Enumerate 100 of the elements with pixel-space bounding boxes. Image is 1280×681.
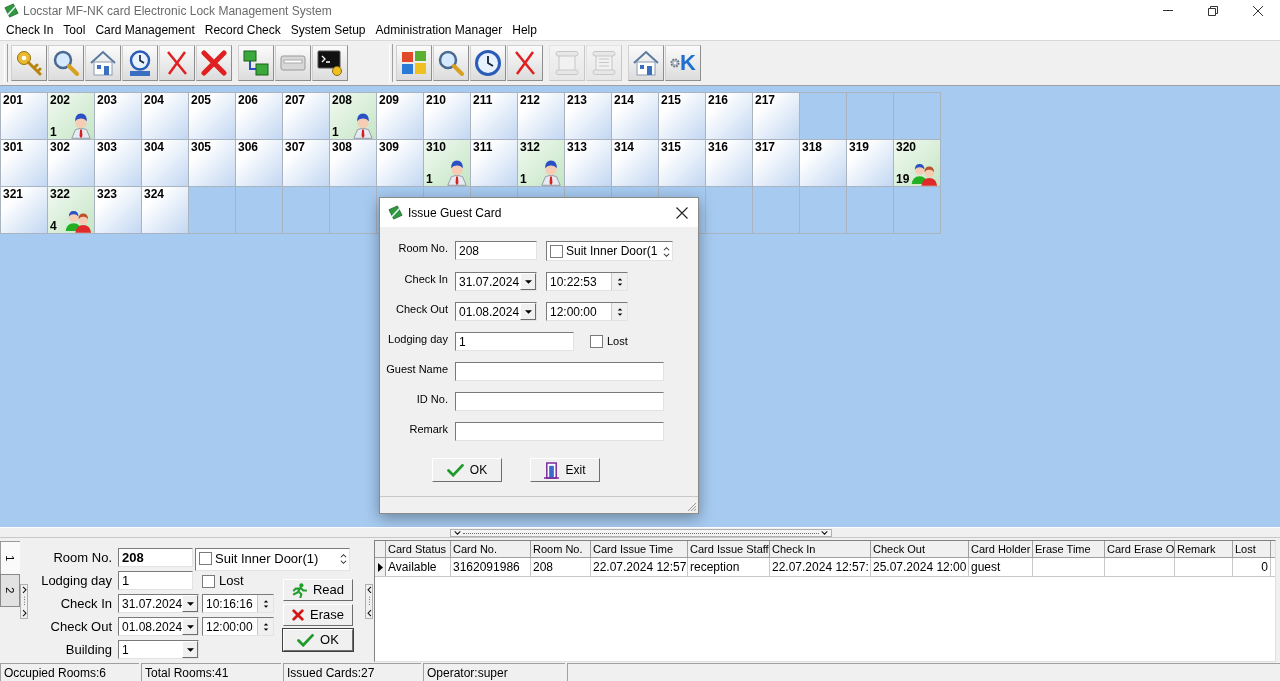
room-tile[interactable]: 304 [142, 140, 188, 186]
text-field[interactable] [455, 362, 664, 381]
toolbar-button[interactable] [470, 45, 506, 81]
room-tile[interactable]: 320 19 [894, 140, 940, 186]
dropdown-button[interactable] [182, 641, 198, 658]
room-tile[interactable]: 306 [236, 140, 282, 186]
text-field[interactable]: 1 [455, 332, 574, 351]
splitter-handle[interactable] [20, 584, 28, 619]
room-tile[interactable]: 214 [612, 93, 658, 139]
door-list[interactable]: Suit Inner Door(1) [195, 548, 350, 571]
room-tile[interactable]: 312 1 [518, 140, 564, 186]
room-tile[interactable]: 317 [753, 140, 799, 186]
list-item-label[interactable]: Suit Inner Door(1) [215, 552, 319, 566]
room-tile[interactable]: 208 1 [330, 93, 376, 139]
room-tile[interactable]: 309 [377, 140, 423, 186]
spin-button[interactable] [611, 303, 627, 320]
exit-button[interactable]: Exit [530, 458, 600, 482]
ok-button[interactable]: OK [432, 458, 502, 482]
room-tile[interactable]: 308 [330, 140, 376, 186]
door-list[interactable]: Suit Inner Door(1 [546, 241, 673, 261]
room-tile[interactable]: 303 [95, 140, 141, 186]
dropdown-button[interactable] [520, 273, 536, 290]
checkbox[interactable] [199, 552, 212, 565]
column-header[interactable]: Room No. [531, 541, 591, 557]
list-item-label[interactable]: Suit Inner Door(1 [566, 245, 658, 258]
date-field[interactable]: 01.08.2024 [118, 617, 199, 636]
room-tile[interactable]: 301 [1, 140, 47, 186]
date-field[interactable]: 01.08.2024 [455, 302, 537, 321]
room-tile[interactable]: 315 [659, 140, 705, 186]
room-tile[interactable]: 209 [377, 93, 423, 139]
text-field[interactable] [455, 392, 664, 411]
dropdown-button[interactable] [182, 618, 198, 635]
column-header[interactable]: Erase Time [1033, 541, 1105, 557]
time-field[interactable]: 12:00:00 [202, 617, 274, 636]
room-tile[interactable]: 318 [800, 140, 846, 186]
room-tile[interactable]: 205 [189, 93, 235, 139]
checkbox[interactable] [590, 335, 603, 348]
room-tile[interactable]: 207 [283, 93, 329, 139]
menu-item[interactable]: Record Check [199, 22, 286, 39]
checkbox[interactable] [550, 245, 563, 258]
column-header[interactable]: Card No. [451, 541, 531, 557]
room-tile[interactable]: 210 [424, 93, 470, 139]
spin-button[interactable] [257, 618, 273, 635]
room-tile[interactable]: 323 [95, 187, 141, 233]
dropdown-button[interactable] [182, 595, 198, 612]
room-tile[interactable]: 217 [753, 93, 799, 139]
column-header[interactable]: Card Erase O [1105, 541, 1175, 557]
room-tile[interactable]: 212 [518, 93, 564, 139]
room-tile[interactable]: 311 [471, 140, 517, 186]
ok-button[interactable]: OK [283, 629, 353, 651]
column-header[interactable]: Check Out [871, 541, 969, 557]
spin-button[interactable] [257, 595, 273, 612]
column-header[interactable]: Lost [1233, 541, 1271, 557]
dropdown-field[interactable]: 1 [118, 640, 199, 659]
room-tile[interactable]: 302 [48, 140, 94, 186]
menu-item[interactable]: Card Management [90, 22, 200, 39]
menu-item[interactable]: System Setup [285, 22, 371, 39]
room-tile[interactable]: 324 [142, 187, 188, 233]
room-tile[interactable]: 307 [283, 140, 329, 186]
checkbox[interactable] [202, 574, 215, 588]
room-tile[interactable]: 314 [612, 140, 658, 186]
column-header[interactable]: Check In [770, 541, 871, 557]
column-header[interactable]: Card Issue Staff [688, 541, 770, 557]
dropdown-button[interactable] [520, 303, 536, 320]
time-field[interactable]: 10:22:53 [546, 272, 628, 291]
text-field[interactable] [455, 422, 664, 441]
column-header[interactable]: Card Issue Time [591, 541, 688, 557]
spin-button[interactable] [611, 273, 627, 290]
room-tile[interactable]: 204 [142, 93, 188, 139]
vertical-tab[interactable]: 1 [0, 541, 20, 574]
close-button[interactable] [674, 204, 690, 221]
menu-item[interactable]: Check In [1, 22, 59, 39]
room-tile[interactable]: 201 [1, 93, 47, 139]
menu-item[interactable]: Tool [58, 22, 91, 39]
room-tile[interactable]: 206 [236, 93, 282, 139]
room-tile[interactable]: 322 4 [48, 187, 94, 233]
date-field[interactable]: 31.07.2024 [455, 272, 537, 291]
room-tile[interactable]: 216 [706, 93, 752, 139]
time-field[interactable]: 10:16:16 [202, 594, 274, 613]
row-indicator[interactable] [375, 558, 386, 576]
room-tile[interactable]: 316 [706, 140, 752, 186]
column-header[interactable]: Card Status [386, 541, 451, 557]
read-button[interactable]: Read [283, 579, 353, 601]
room-tile[interactable]: 310 1 [424, 140, 470, 186]
room-tile[interactable]: 213 [565, 93, 611, 139]
room-tile[interactable]: 202 1 [48, 93, 94, 139]
toolbar-button[interactable] [122, 45, 158, 81]
room-tile[interactable]: 319 [847, 140, 893, 186]
room-tile[interactable]: 203 [95, 93, 141, 139]
room-tile[interactable]: 211 [471, 93, 517, 139]
erase-button[interactable]: Erase [283, 604, 353, 626]
menu-item[interactable]: Administration Manager [370, 22, 508, 39]
date-field[interactable]: 31.07.2024 [118, 594, 199, 613]
toolbar-button[interactable] [312, 45, 348, 81]
text-field[interactable]: 208 [118, 548, 193, 567]
room-tile[interactable]: 215 [659, 93, 705, 139]
room-tile[interactable]: 313 [565, 140, 611, 186]
text-field[interactable]: 208 [455, 241, 537, 260]
vertical-tab[interactable]: 2 [0, 574, 20, 607]
toolbar-button[interactable]: K [665, 45, 701, 81]
